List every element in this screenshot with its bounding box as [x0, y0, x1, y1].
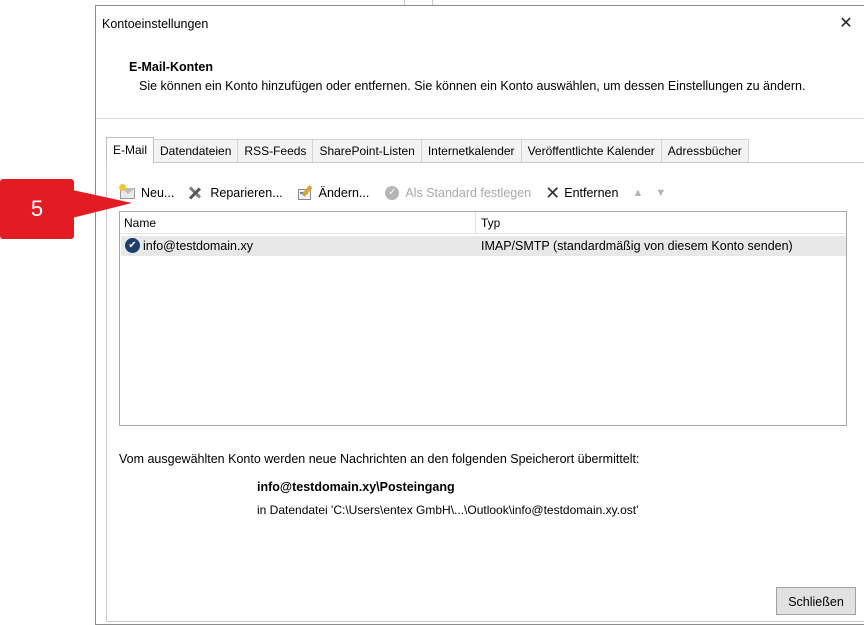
remove-button[interactable]: ✕ Entfernen: [545, 182, 618, 204]
delivery-location-info: Vom ausgewählten Konto werden neue Nachr…: [119, 452, 640, 466]
tab-data-files[interactable]: Datendateien: [153, 139, 239, 163]
repair-button[interactable]: Reparieren...: [188, 182, 283, 204]
new-account-label: Neu...: [141, 186, 175, 200]
set-default-button[interactable]: ✓ Als Standard festlegen: [383, 182, 531, 204]
change-label: Ändern...: [318, 186, 370, 200]
close-icon[interactable]: ✕: [834, 12, 858, 36]
tab-strip: E-Mail Datendateien RSS-Feeds SharePoint…: [106, 137, 749, 163]
accounts-list[interactable]: Name Typ ✔ info@testdomain.xy IMAP/SMTP …: [119, 211, 847, 426]
account-settings-dialog: Kontoeinstellungen ✕ E-Mail-Konten Sie k…: [95, 5, 864, 625]
account-toolbar: Neu... Reparieren... Ändern... ✓ Als Sta…: [119, 182, 678, 204]
move-up-arrow-icon[interactable]: ▲: [632, 187, 643, 199]
change-icon: [297, 184, 315, 202]
column-header-type[interactable]: Typ: [481, 216, 500, 230]
header-divider: [96, 118, 864, 119]
remove-label: Entfernen: [564, 186, 619, 200]
delivery-data-file: in Datendatei 'C:\Users\entex GmbH\...\O…: [257, 503, 639, 517]
step-callout: 5: [0, 179, 74, 239]
repair-tools-icon: [188, 184, 206, 202]
account-type: IMAP/SMTP (standardmäßig von diesem Kont…: [481, 239, 793, 253]
default-account-check-icon: ✔: [125, 238, 140, 253]
change-button[interactable]: Ändern...: [297, 182, 370, 204]
tab-internet-calendars[interactable]: Internetkalender: [420, 139, 522, 163]
tab-rss-feeds[interactable]: RSS-Feeds: [237, 139, 314, 163]
header-title: E-Mail-Konten: [129, 60, 214, 74]
delivery-folder: info@testdomain.xy\Posteingang: [257, 480, 455, 494]
x-icon: ✕: [545, 183, 561, 203]
tab-address-books[interactable]: Adressbücher: [660, 139, 749, 163]
tab-published-calendars[interactable]: Veröffentlichte Kalender: [520, 139, 662, 163]
header-description: Sie können ein Konto hinzufügen oder ent…: [139, 79, 806, 93]
window-title: Kontoeinstellungen: [102, 17, 209, 31]
check-circle-icon: ✓: [383, 184, 401, 202]
table-row[interactable]: ✔ info@testdomain.xy IMAP/SMTP (standard…: [121, 236, 846, 256]
title-bar: Kontoeinstellungen ✕: [96, 6, 864, 40]
column-divider: [475, 212, 476, 234]
dialog-header: E-Mail-Konten Sie können ein Konto hinzu…: [96, 52, 864, 116]
email-tab-panel: Neu... Reparieren... Ändern... ✓ Als Sta…: [106, 162, 864, 622]
tab-email[interactable]: E-Mail: [106, 137, 155, 163]
account-name: info@testdomain.xy: [143, 239, 253, 253]
close-button[interactable]: Schließen: [776, 587, 856, 615]
accounts-list-header: Name Typ: [120, 212, 846, 234]
callout-pointer: [68, 189, 132, 219]
repair-label: Reparieren...: [210, 186, 283, 200]
tab-sharepoint-lists[interactable]: SharePoint-Listen: [312, 139, 422, 163]
set-default-label: Als Standard festlegen: [405, 186, 532, 200]
move-down-arrow-icon[interactable]: ▼: [655, 187, 666, 199]
